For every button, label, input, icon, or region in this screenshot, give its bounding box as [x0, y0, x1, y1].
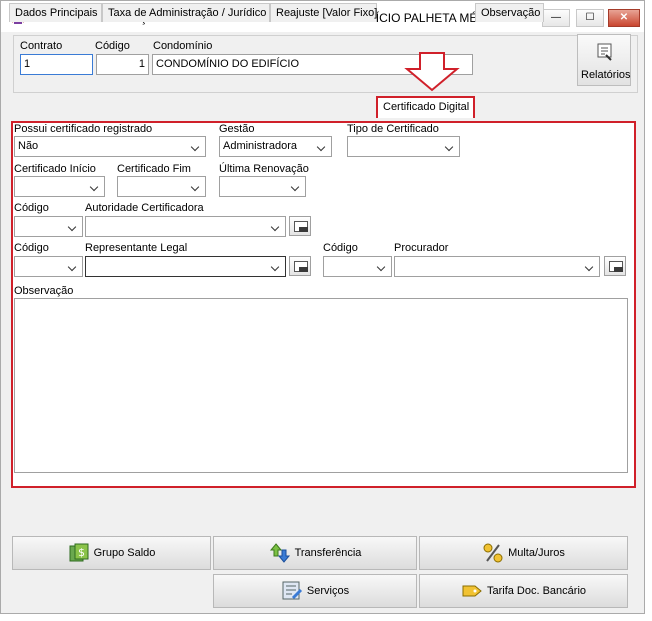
tipo-select[interactable]: [347, 136, 460, 157]
autoridade-select[interactable]: [85, 216, 286, 237]
chevron-down-icon: [289, 179, 303, 194]
tarifa-button[interactable]: Tarifa Doc. Bancário: [419, 574, 628, 608]
gestao-value: Administradora: [223, 140, 297, 152]
percent-icon: [483, 543, 503, 563]
renovacao-date[interactable]: [219, 176, 306, 197]
chevron-down-icon: [375, 259, 389, 274]
money-icon: $: [69, 543, 89, 562]
contrato-input[interactable]: 1: [20, 54, 93, 75]
report-icon: [597, 43, 612, 61]
codigo3-select[interactable]: [323, 256, 392, 277]
procurador-label: Procurador: [394, 242, 449, 254]
maximize-button[interactable]: ☐: [576, 9, 604, 27]
chevron-down-icon: [269, 259, 283, 274]
inicio-date[interactable]: [14, 176, 105, 197]
representante-lookup-button[interactable]: [289, 256, 311, 276]
relatorios-label: Relatórios: [581, 69, 631, 81]
inicio-label: Certificado Início: [14, 163, 96, 175]
codigo2-select[interactable]: [14, 256, 83, 277]
tab-reajuste[interactable]: Reajuste [Valor Fixo]: [270, 3, 377, 22]
servicos-button[interactable]: Serviços: [213, 574, 417, 608]
tarifa-label: Tarifa Doc. Bancário: [486, 585, 587, 597]
relatorios-button[interactable]: Relatórios: [577, 34, 631, 86]
possui-select[interactable]: Não: [14, 136, 206, 157]
procurador-select[interactable]: [394, 256, 600, 277]
main-window: Contrato Administração / Condomínio : CO…: [0, 0, 645, 614]
autoridade-lookup-button[interactable]: [289, 216, 311, 236]
tag-icon: [462, 585, 482, 597]
codigo1-label: Código: [14, 202, 49, 214]
chevron-down-icon: [189, 139, 203, 154]
representante-select[interactable]: [85, 256, 286, 277]
annotation-arrow-icon: [404, 52, 460, 92]
svg-text:$: $: [78, 546, 85, 559]
chevron-down-icon: [88, 179, 102, 194]
codigo2-label: Código: [14, 242, 49, 254]
tab-taxa-administracao[interactable]: Taxa de Administração / Jurídico: [102, 3, 270, 22]
servicos-label: Serviços: [306, 585, 350, 597]
tab-certificado-digital[interactable]: Certificado Digital: [376, 96, 475, 118]
fim-date[interactable]: [117, 176, 206, 197]
multa-juros-button[interactable]: Multa/Juros: [419, 536, 628, 570]
observacao-textarea[interactable]: [14, 298, 628, 473]
grupo-saldo-button[interactable]: $ Grupo Saldo: [12, 536, 211, 570]
possui-value: Não: [18, 140, 39, 152]
chevron-down-icon: [583, 259, 597, 274]
chevron-down-icon: [189, 179, 203, 194]
transferencia-label: Transferência: [294, 547, 362, 559]
condominio-label: Condomínio: [153, 40, 213, 52]
fim-label: Certificado Fim: [117, 163, 191, 175]
services-icon: [282, 581, 302, 600]
transferencia-button[interactable]: Transferência: [213, 536, 417, 570]
codigo-label: Código: [95, 40, 130, 52]
renovacao-label: Última Renovação: [219, 163, 309, 175]
autoridade-label: Autoridade Certificadora: [85, 202, 204, 214]
codigo-input[interactable]: 1: [96, 54, 149, 75]
multa-juros-label: Multa/Juros: [508, 547, 565, 559]
chevron-down-icon: [269, 219, 283, 234]
chevron-down-icon: [66, 219, 80, 234]
grupo-saldo-label: Grupo Saldo: [93, 547, 156, 559]
close-button[interactable]: ✕: [608, 9, 640, 27]
gestao-select[interactable]: Administradora: [219, 136, 332, 157]
minimize-button[interactable]: —: [542, 9, 570, 27]
chevron-down-icon: [315, 139, 329, 154]
tab-observacao[interactable]: Observação: [475, 3, 544, 22]
gestao-label: Gestão: [219, 123, 255, 135]
representante-label: Representante Legal: [85, 242, 188, 254]
chevron-down-icon: [66, 259, 80, 274]
observacao-label: Observação: [14, 285, 74, 297]
tab-dados-principais[interactable]: Dados Principais: [9, 3, 102, 22]
possui-label: Possui certificado registrado: [14, 123, 153, 135]
tipo-label: Tipo de Certificado: [347, 123, 439, 135]
procurador-lookup-button[interactable]: [604, 256, 626, 276]
chevron-down-icon: [443, 139, 457, 154]
contrato-label: Contrato: [20, 40, 63, 52]
transfer-arrows-icon: [269, 543, 290, 563]
codigo1-select[interactable]: [14, 216, 83, 237]
codigo3-label: Código: [323, 242, 358, 254]
